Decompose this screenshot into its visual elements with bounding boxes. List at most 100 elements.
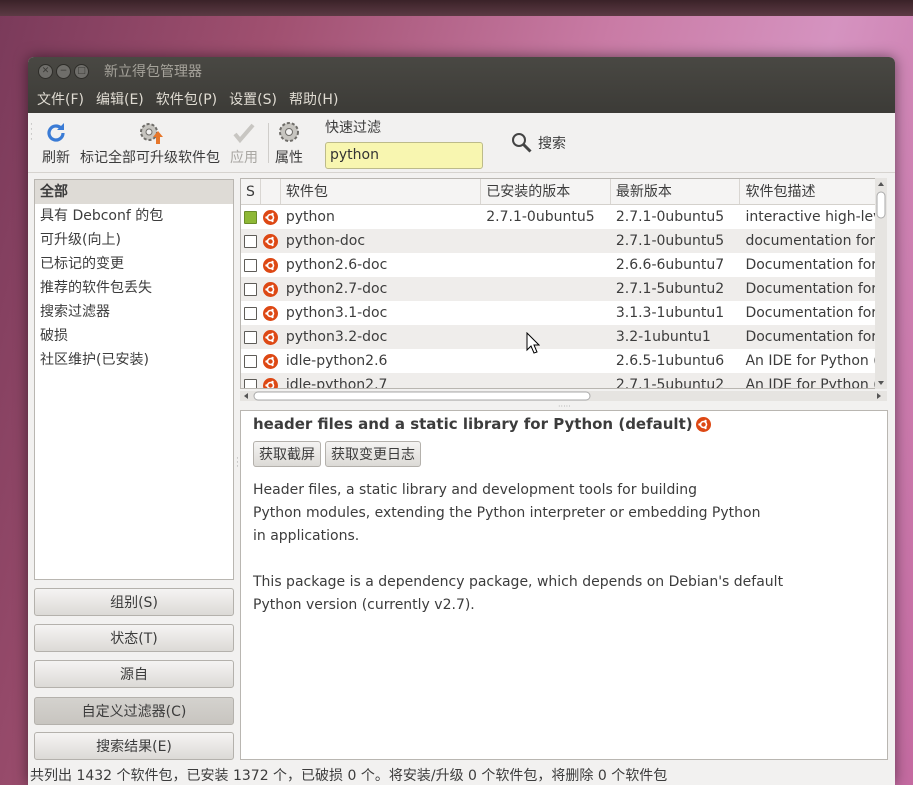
column-latest-version[interactable]: 最新版本: [611, 179, 741, 204]
ubuntu-logo-icon: [263, 305, 279, 321]
table-row[interactable]: python2.7-doc 2.7.1-5ubuntu2 Documentation…: [241, 277, 886, 301]
latest-version: 3.2-1ubuntu1: [615, 329, 711, 345]
apply-button[interactable]: 应用: [230, 119, 258, 167]
checkbox-icon[interactable]: [244, 330, 258, 344]
filter-item-upgradable[interactable]: 可升级(向上): [35, 228, 233, 252]
table-row[interactable]: python 2.7.1-0ubuntu5 2.7.1-0ubuntu5 intera…: [241, 205, 886, 229]
table-header: S 软件包 已安装的版本 最新版本 软件包描述: [241, 179, 886, 205]
properties-button[interactable]: 属性: [275, 119, 303, 167]
package-checkbox[interactable]: [241, 277, 261, 301]
checkbox-icon[interactable]: [244, 282, 258, 296]
search-button[interactable]: 搜索: [511, 132, 566, 154]
filter-item-debconf[interactable]: 具有 Debconf 的包: [35, 204, 233, 228]
get-screenshot-button[interactable]: 获取截屏: [253, 441, 321, 467]
quick-filter-label: 快速过滤: [325, 119, 381, 136]
menu-settings[interactable]: 设置(S): [223, 89, 283, 109]
package-checkbox[interactable]: [241, 325, 261, 349]
filter-item-marked-changes[interactable]: 已标记的变更: [35, 252, 233, 276]
package-name: python: [285, 209, 335, 225]
custom-filters-button[interactable]: 自定义过滤器(C): [34, 697, 234, 725]
desktop-panel: [0, 0, 913, 16]
checkbox-icon[interactable]: [244, 354, 258, 368]
package-description-cell: Documentation for: [745, 305, 878, 321]
package-checkbox[interactable]: [241, 301, 261, 325]
support-status: [261, 253, 281, 277]
ubuntu-logo-icon: [263, 329, 279, 345]
checkbox-icon[interactable]: [244, 306, 258, 320]
table-horizontal-scrollbar[interactable]: [240, 390, 887, 402]
toolbar-grip: · · · ·: [30, 119, 33, 145]
package-table: S 软件包 已安装的版本 最新版本 软件包描述 python 2.7.1-0ubu…: [240, 178, 887, 389]
refresh-button[interactable]: 刷新: [42, 119, 70, 167]
support-status: [261, 349, 281, 373]
latest-version: 2.7.1-5ubuntu2: [615, 281, 725, 297]
filter-list: 全部 具有 Debconf 的包 可升级(向上) 已标记的变更 推荐的软件包丢失…: [34, 179, 234, 580]
mark-all-upgrades-button[interactable]: 标记全部可升级软件包: [80, 119, 220, 167]
latest-version: 2.6.5-1ubuntu6: [615, 353, 725, 369]
ubuntu-logo-icon: [263, 281, 279, 297]
package-description-cell: Documentation for: [745, 257, 878, 273]
latest-version: 2.7.1-5ubuntu2: [615, 377, 725, 389]
status-button[interactable]: 状态(T): [34, 624, 234, 652]
menu-file[interactable]: 文件(F): [31, 89, 90, 109]
column-installed-version[interactable]: 已安装的版本: [481, 179, 611, 204]
package-checkbox[interactable]: [241, 349, 261, 373]
package-name: python3.1-doc: [285, 305, 388, 321]
package-checkbox[interactable]: [241, 253, 261, 277]
checkbox-icon[interactable]: [244, 258, 258, 272]
support-status: [261, 325, 281, 349]
table-row[interactable]: idle-python2.7 2.7.1-5ubuntu2 An IDE for P…: [241, 373, 886, 389]
sections-button[interactable]: 组别(S): [34, 588, 234, 616]
ubuntu-logo-icon: [263, 353, 279, 369]
filter-item-all[interactable]: 全部: [35, 180, 233, 204]
gear-icon: [279, 121, 299, 142]
filter-item-missing-recommends[interactable]: 推荐的软件包丢失: [35, 276, 233, 300]
package-name: idle-python2.7: [285, 377, 388, 389]
table-row[interactable]: idle-python2.6 2.6.5-1ubuntu6 An IDE for P…: [241, 349, 886, 373]
close-icon[interactable]: ✕: [38, 63, 53, 79]
details-title: header files and a static library for Py…: [253, 415, 875, 433]
column-support[interactable]: [261, 179, 281, 204]
column-description[interactable]: 软件包描述: [740, 179, 886, 204]
table-row[interactable]: python3.1-doc 3.1.3-1ubuntu1 Documentation…: [241, 301, 886, 325]
filter-item-search-filter[interactable]: 搜索过滤器: [35, 300, 233, 324]
package-checkbox[interactable]: [241, 205, 261, 229]
package-name: idle-python2.6: [285, 353, 388, 369]
filter-item-broken[interactable]: 破损: [35, 324, 233, 348]
latest-version: 2.7.1-0ubuntu5: [615, 233, 725, 249]
maximize-icon[interactable]: □: [74, 63, 89, 79]
table-vertical-scrollbar[interactable]: [874, 178, 888, 389]
column-package[interactable]: 软件包: [281, 179, 482, 204]
installed-version: [481, 229, 611, 253]
get-changelog-button[interactable]: 获取变更日志: [325, 441, 421, 467]
package-description-cell: interactive high-level: [745, 209, 886, 225]
checkbox-icon[interactable]: [244, 234, 258, 248]
table-row[interactable]: python-doc 2.7.1-0ubuntu5 documentation fo…: [241, 229, 886, 253]
checkbox-icon[interactable]: [244, 210, 258, 224]
support-status: [261, 373, 281, 388]
quick-filter-input[interactable]: [325, 141, 483, 169]
origin-button[interactable]: 源自: [34, 660, 234, 688]
minimize-icon[interactable]: −: [56, 63, 71, 79]
package-details: header files and a static library for Py…: [240, 410, 888, 760]
menu-edit[interactable]: 编辑(E): [90, 89, 150, 109]
latest-version: 2.7.1-0ubuntu5: [615, 209, 725, 225]
titlebar: ✕ − □ 新立得包管理器 文件(F) 编辑(E) 软件包(P) 设置(S) 帮…: [28, 57, 895, 113]
upgrade-gear-icon: [140, 122, 163, 144]
support-status: [261, 301, 281, 325]
menu-help[interactable]: 帮助(H): [283, 89, 344, 109]
package-description-cell: An IDE for Python (v: [745, 377, 886, 389]
filter-item-community[interactable]: 社区维护(已安装): [35, 348, 233, 372]
checkbox-icon[interactable]: [244, 378, 258, 388]
table-row[interactable]: python3.2-doc 3.2-1ubuntu1 Documentation f…: [241, 325, 886, 349]
support-status: [261, 277, 281, 301]
package-name: python2.6-doc: [285, 257, 388, 273]
search-results-button[interactable]: 搜索结果(E): [34, 732, 234, 760]
search-icon: [512, 132, 532, 153]
pane-splitter[interactable]: · · ·: [236, 455, 239, 472]
table-row[interactable]: python2.6-doc 2.6.6-6ubuntu7 Documentation…: [241, 253, 886, 277]
menu-package[interactable]: 软件包(P): [150, 89, 223, 109]
package-checkbox[interactable]: [241, 229, 261, 253]
column-status[interactable]: S: [241, 179, 261, 204]
package-checkbox[interactable]: [241, 373, 261, 388]
